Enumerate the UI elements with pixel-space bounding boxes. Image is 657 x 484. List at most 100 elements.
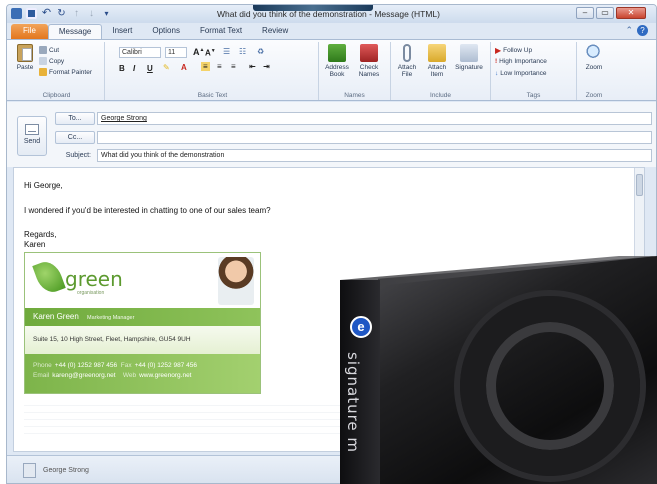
undo-icon[interactable]: ↶	[41, 8, 52, 19]
person-icon	[23, 463, 36, 478]
tab-format-text[interactable]: Format Text	[190, 24, 252, 39]
window-title: What did you think of the demonstration …	[217, 9, 440, 19]
bullets-icon[interactable]: ☰	[223, 47, 230, 56]
email-link[interactable]: kareng@greenorg.net	[52, 372, 115, 379]
attach-file-button[interactable]: Attach File	[393, 44, 421, 78]
tab-options[interactable]: Options	[142, 24, 190, 39]
signature-header: green organisation	[25, 253, 260, 308]
decrease-indent-icon[interactable]: ⇤	[249, 62, 256, 71]
message-header: Send To... George Strong Cc... Subject: …	[7, 102, 656, 167]
names-group: Address Book Check Names Names	[319, 42, 391, 100]
fax-label: Fax	[120, 362, 132, 369]
align-center-icon[interactable]: ≡	[217, 62, 222, 71]
to-recipient[interactable]: George Strong	[101, 115, 147, 122]
align-right-icon[interactable]: ≡	[231, 62, 236, 71]
web-label: Web	[122, 372, 137, 379]
people-pane-name[interactable]: George Strong	[43, 467, 89, 474]
maximize-button[interactable]: ▭	[596, 7, 614, 19]
bold-button[interactable]: B	[119, 64, 125, 73]
attach-file-label: Attach File	[397, 64, 417, 78]
ribbon-tabs: File Message Insert Options Format Text …	[7, 23, 656, 39]
cc-field[interactable]	[97, 131, 652, 144]
subject-label: Subject:	[65, 152, 91, 159]
to-field[interactable]: George Strong	[97, 112, 652, 125]
brand-name: green	[65, 267, 123, 291]
low-importance-button[interactable]: ↓ Low Importance	[495, 70, 547, 77]
tags-group: ▶ Follow Up ! High Importance ↓ Low Impo…	[491, 42, 577, 100]
cc-button[interactable]: Cc...	[55, 131, 95, 144]
paste-icon	[17, 44, 33, 62]
close-button[interactable]: ✕	[616, 7, 646, 19]
title-bar: ↶ ↻ ↑ ↓ ▾ What did you think of the demo…	[7, 5, 656, 23]
cc-row: Cc...	[55, 131, 95, 144]
email-signature-card: green organisation Karen Green Marketing…	[24, 252, 261, 394]
save-icon[interactable]	[26, 8, 37, 19]
send-icon	[25, 124, 39, 135]
web-link[interactable]: www.greenorg.net	[139, 372, 191, 379]
increase-indent-icon[interactable]: ⇥	[263, 62, 270, 71]
scrollbar-thumb[interactable]	[636, 174, 643, 196]
customize-icon[interactable]: ▾	[101, 8, 112, 19]
signature-button[interactable]: Signature	[455, 44, 483, 71]
underline-button[interactable]: U	[147, 64, 153, 73]
grow-font-icon[interactable]: A▲	[193, 47, 204, 57]
align-left-icon[interactable]: ≡	[201, 62, 210, 71]
send-button[interactable]: Send	[17, 116, 47, 156]
zoom-label: Zoom	[585, 64, 603, 71]
high-importance-button[interactable]: ! High Importance	[495, 58, 547, 65]
address-book-button[interactable]: Address Book	[323, 44, 351, 78]
magnifier-icon	[585, 44, 603, 62]
follow-up-label: Follow Up	[503, 47, 533, 54]
product-logo-icon: e	[350, 316, 372, 338]
to-row: To...	[55, 112, 95, 125]
attach-item-label: Attach Item	[427, 64, 447, 78]
tab-message[interactable]: Message	[47, 24, 103, 39]
regards-line: Regards,	[24, 230, 57, 239]
numbering-icon[interactable]: ☷	[239, 47, 246, 56]
clear-formatting-icon[interactable]: ♻	[257, 47, 264, 56]
font-size-select[interactable]: 11	[165, 47, 187, 58]
copy-label: Copy	[49, 57, 65, 65]
shrink-font-icon[interactable]: A▼	[205, 48, 216, 58]
address-book-label: Address Book	[325, 64, 349, 78]
clipboard-group: Paste Cut Copy Format Painter Clipboard	[9, 42, 105, 100]
minimize-ribbon-icon[interactable]: ⌃	[625, 25, 633, 36]
attach-item-button[interactable]: Attach Item	[423, 44, 451, 78]
subject-row: Subject:	[55, 149, 95, 162]
check-names-button[interactable]: Check Names	[355, 44, 383, 78]
to-button[interactable]: To...	[55, 112, 95, 125]
font-name-select[interactable]: Calibri	[119, 47, 161, 58]
cut-button[interactable]: Cut	[39, 46, 59, 54]
format-painter-icon	[39, 68, 47, 76]
ribbon-right-controls: ⌃ ?	[625, 25, 648, 36]
format-painter-button[interactable]: Format Painter	[39, 68, 92, 76]
copy-icon	[39, 57, 47, 65]
help-icon[interactable]: ?	[637, 25, 648, 36]
tab-insert[interactable]: Insert	[102, 24, 142, 39]
paste-button[interactable]: Paste	[11, 44, 39, 71]
faded-disclaimer	[24, 399, 344, 439]
zoom-button[interactable]: Zoom	[580, 44, 608, 71]
tab-file[interactable]: File	[11, 24, 48, 39]
down-icon[interactable]: ↓	[86, 8, 97, 19]
address-book-icon	[328, 44, 346, 62]
subject-field[interactable]: What did you think of the demonstration	[97, 149, 652, 162]
up-icon[interactable]: ↑	[71, 8, 82, 19]
email-label: Email	[33, 372, 50, 379]
signature-name-band: Karen Green Marketing Manager	[25, 308, 260, 326]
font-color-icon[interactable]: A	[181, 63, 187, 72]
follow-up-button[interactable]: ▶ Follow Up	[495, 46, 532, 55]
paperclip-icon	[403, 44, 411, 62]
minimize-button[interactable]: –	[576, 7, 594, 19]
italic-button[interactable]: I	[133, 64, 135, 73]
check-names-icon	[360, 44, 378, 62]
format-painter-label: Format Painter	[49, 68, 92, 76]
highlight-icon[interactable]: ✎	[163, 63, 170, 72]
tab-review[interactable]: Review	[252, 24, 298, 39]
flag-icon: ▶	[495, 46, 502, 55]
copy-button[interactable]: Copy	[39, 57, 64, 65]
redo-icon[interactable]: ↻	[56, 8, 67, 19]
product-box: e signature m	[340, 256, 657, 484]
product-box-text: signature m	[344, 352, 362, 454]
low-importance-label: Low Importance	[500, 70, 547, 77]
